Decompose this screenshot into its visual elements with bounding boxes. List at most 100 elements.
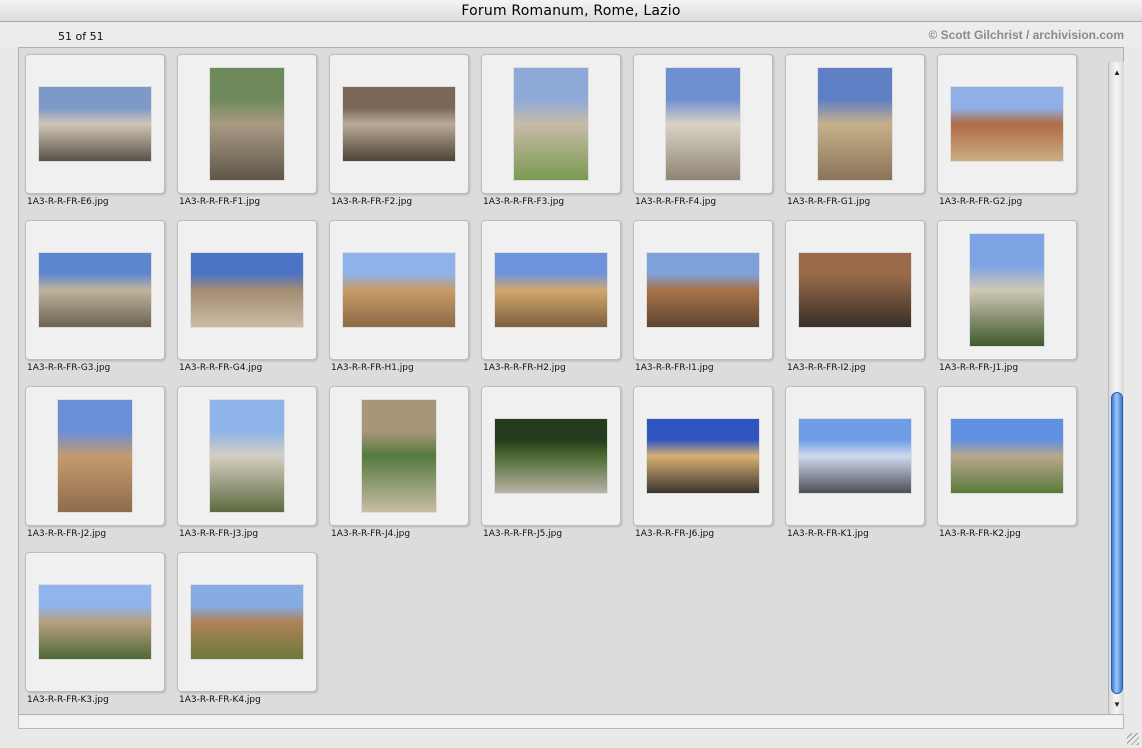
photo-thumbnail[interactable] <box>191 253 303 327</box>
thumbnail-frame[interactable] <box>177 54 317 194</box>
thumbnail-frame[interactable] <box>481 220 621 360</box>
photo-thumbnail[interactable] <box>39 585 151 659</box>
thumbnail-frame[interactable] <box>633 220 773 360</box>
file-name-label: 1A3-R-R-FR-J2.jpg <box>27 529 107 539</box>
thumbnail-item[interactable]: 1A3-R-R-FR-K1.jpg <box>785 386 925 552</box>
thumbnail-grid: 1A3-R-R-FR-E6.jpg 1A3-R-R-FR-F1.jpg 1A3-R-… <box>25 54 1077 714</box>
thumbnail-frame[interactable] <box>25 552 165 692</box>
thumbnail-frame[interactable] <box>633 386 773 526</box>
thumbnail-item[interactable]: 1A3-R-R-FR-H2.jpg <box>481 220 621 386</box>
file-name-label: 1A3-R-R-FR-J1.jpg <box>939 363 1019 373</box>
photo-thumbnail[interactable] <box>799 253 911 327</box>
file-name-label: 1A3-R-R-FR-F3.jpg <box>483 197 565 207</box>
thumbnail-item[interactable]: 1A3-R-R-FR-J4.jpg <box>329 386 469 552</box>
photo-thumbnail[interactable] <box>39 87 151 161</box>
thumbnail-item[interactable]: 1A3-R-R-FR-G3.jpg <box>25 220 165 386</box>
photo-thumbnail[interactable] <box>514 68 588 180</box>
thumbnail-frame[interactable] <box>329 220 469 360</box>
file-name-label: 1A3-R-R-FR-I2.jpg <box>787 363 866 373</box>
photo-thumbnail[interactable] <box>58 400 132 512</box>
thumbnail-item[interactable]: 1A3-R-R-FR-K2.jpg <box>937 386 1077 552</box>
thumbnail-panel: 1A3-R-R-FR-E6.jpg 1A3-R-R-FR-F1.jpg 1A3-R-… <box>18 47 1124 715</box>
thumbnail-frame[interactable] <box>329 386 469 526</box>
thumbnail-frame[interactable] <box>25 54 165 194</box>
file-name-label: 1A3-R-R-FR-J6.jpg <box>635 529 715 539</box>
thumbnail-item[interactable]: 1A3-R-R-FR-H1.jpg <box>329 220 469 386</box>
photo-thumbnail[interactable] <box>818 68 892 180</box>
thumbnail-frame[interactable] <box>937 386 1077 526</box>
file-name-label: 1A3-R-R-FR-K1.jpg <box>787 529 869 539</box>
scroll-up-icon[interactable]: ▲ <box>1109 66 1125 80</box>
photo-thumbnail[interactable] <box>39 253 151 327</box>
file-name-label: 1A3-R-R-FR-J4.jpg <box>331 529 411 539</box>
thumbnail-item[interactable]: 1A3-R-R-FR-J1.jpg <box>937 220 1077 386</box>
thumbnail-item[interactable]: 1A3-R-R-FR-J5.jpg <box>481 386 621 552</box>
file-name-label: 1A3-R-R-FR-H1.jpg <box>331 363 414 373</box>
window-title: Forum Romanum, Rome, Lazio <box>461 3 681 19</box>
file-name-label: 1A3-R-R-FR-J5.jpg <box>483 529 563 539</box>
horizontal-scrollbar[interactable] <box>18 715 1124 729</box>
thumbnail-item[interactable]: 1A3-R-R-FR-E6.jpg <box>25 54 165 220</box>
file-name-label: 1A3-R-R-FR-F2.jpg <box>331 197 413 207</box>
photo-thumbnail[interactable] <box>210 400 284 512</box>
thumbnail-frame[interactable] <box>785 386 925 526</box>
photo-thumbnail[interactable] <box>951 87 1063 161</box>
file-name-label: 1A3-R-R-FR-F4.jpg <box>635 197 717 207</box>
file-name-label: 1A3-R-R-FR-E6.jpg <box>27 197 109 207</box>
title-bar[interactable]: Forum Romanum, Rome, Lazio <box>0 0 1142 22</box>
thumbnail-frame[interactable] <box>481 54 621 194</box>
photo-thumbnail[interactable] <box>799 419 911 493</box>
thumbnail-frame[interactable] <box>633 54 773 194</box>
photo-thumbnail[interactable] <box>343 253 455 327</box>
thumbnail-item[interactable]: 1A3-R-R-FR-K3.jpg <box>25 552 165 714</box>
thumbnail-frame[interactable] <box>329 54 469 194</box>
file-name-label: 1A3-R-R-FR-G4.jpg <box>179 363 263 373</box>
thumbnail-frame[interactable] <box>785 220 925 360</box>
copyright-credit: © Scott Gilchrist / archivision.com <box>928 28 1124 42</box>
thumbnail-frame[interactable] <box>177 552 317 692</box>
thumbnail-item[interactable]: 1A3-R-R-FR-I2.jpg <box>785 220 925 386</box>
thumbnail-item[interactable]: 1A3-R-R-FR-J2.jpg <box>25 386 165 552</box>
thumbnail-item[interactable]: 1A3-R-R-FR-J6.jpg <box>633 386 773 552</box>
file-name-label: 1A3-R-R-FR-K4.jpg <box>179 695 261 705</box>
scroll-down-icon[interactable]: ▼ <box>1109 698 1125 712</box>
thumbnail-frame[interactable] <box>785 54 925 194</box>
thumbnail-frame[interactable] <box>25 220 165 360</box>
photo-thumbnail[interactable] <box>191 585 303 659</box>
thumbnail-item[interactable]: 1A3-R-R-FR-K4.jpg <box>177 552 317 714</box>
thumbnail-item[interactable]: 1A3-R-R-FR-F1.jpg <box>177 54 317 220</box>
thumbnail-frame[interactable] <box>937 54 1077 194</box>
photo-thumbnail[interactable] <box>951 419 1063 493</box>
photo-thumbnail[interactable] <box>210 68 284 180</box>
thumbnail-frame[interactable] <box>177 220 317 360</box>
scroll-thumb[interactable] <box>1111 392 1123 694</box>
photo-thumbnail[interactable] <box>647 419 759 493</box>
thumbnail-item[interactable]: 1A3-R-R-FR-J3.jpg <box>177 386 317 552</box>
thumbnail-frame[interactable] <box>177 386 317 526</box>
info-bar: 51 of 51 © Scott Gilchrist / archivision… <box>0 23 1142 47</box>
thumbnail-item[interactable]: 1A3-R-R-FR-I1.jpg <box>633 220 773 386</box>
thumbnail-frame[interactable] <box>481 386 621 526</box>
file-name-label: 1A3-R-R-FR-G3.jpg <box>27 363 111 373</box>
file-name-label: 1A3-R-R-FR-H2.jpg <box>483 363 566 373</box>
thumbnail-frame[interactable] <box>937 220 1077 360</box>
photo-thumbnail[interactable] <box>970 234 1044 346</box>
file-name-label: 1A3-R-R-FR-K2.jpg <box>939 529 1021 539</box>
photo-thumbnail[interactable] <box>495 419 607 493</box>
resize-grip-icon[interactable] <box>1127 733 1139 745</box>
photo-thumbnail[interactable] <box>495 253 607 327</box>
file-name-label: 1A3-R-R-FR-G2.jpg <box>939 197 1023 207</box>
photo-thumbnail[interactable] <box>647 253 759 327</box>
thumbnail-frame[interactable] <box>25 386 165 526</box>
thumbnail-item[interactable]: 1A3-R-R-FR-G4.jpg <box>177 220 317 386</box>
image-count: 51 of 51 <box>58 30 104 43</box>
photo-thumbnail[interactable] <box>343 87 455 161</box>
thumbnail-item[interactable]: 1A3-R-R-FR-F2.jpg <box>329 54 469 220</box>
photo-thumbnail[interactable] <box>362 400 436 512</box>
vertical-scrollbar[interactable]: ▲ ▼ <box>1108 62 1124 714</box>
thumbnail-item[interactable]: 1A3-R-R-FR-F4.jpg <box>633 54 773 220</box>
photo-thumbnail[interactable] <box>666 68 740 180</box>
thumbnail-item[interactable]: 1A3-R-R-FR-F3.jpg <box>481 54 621 220</box>
thumbnail-item[interactable]: 1A3-R-R-FR-G1.jpg <box>785 54 925 220</box>
thumbnail-item[interactable]: 1A3-R-R-FR-G2.jpg <box>937 54 1077 220</box>
